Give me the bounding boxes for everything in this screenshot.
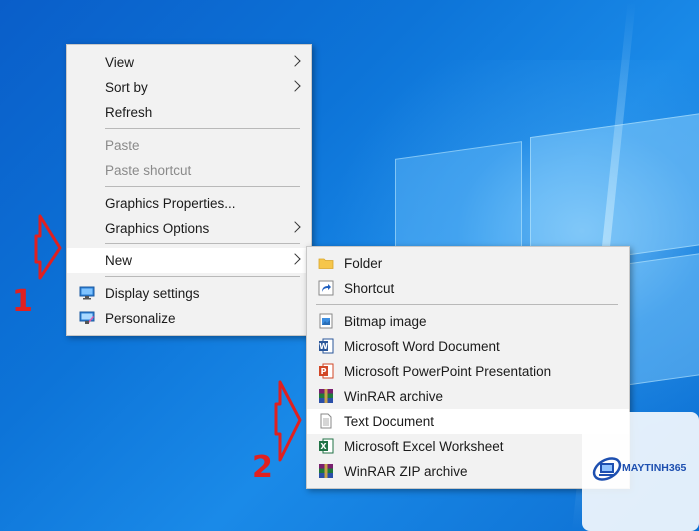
submenu-item-winrar-archive[interactable]: WinRAR archive <box>307 384 629 409</box>
menu-item-label: Personalize <box>105 311 176 326</box>
menu-item-label: Display settings <box>105 286 200 301</box>
submenu-item-winrar-zip-archive[interactable]: WinRAR ZIP archive <box>307 459 629 484</box>
menu-item-label: Microsoft Excel Worksheet <box>344 439 504 454</box>
menu-separator <box>105 186 300 187</box>
menu-item-label: Refresh <box>105 105 153 120</box>
annotation-arrow-1 <box>34 214 62 280</box>
winrar-icon <box>319 389 333 403</box>
submenu-item-powerpoint-presentation[interactable]: P Microsoft PowerPoint Presentation <box>307 359 629 384</box>
menu-item-personalize[interactable]: Personalize <box>67 306 311 331</box>
winrar-zip-icon <box>319 464 333 478</box>
menu-item-label: Folder <box>344 256 383 271</box>
submenu-item-bitmap-image[interactable]: Bitmap image <box>307 309 629 334</box>
annotation-step-2: 2 <box>252 450 273 485</box>
menu-item-label: View <box>105 55 135 70</box>
menu-item-label: Microsoft Word Document <box>344 339 500 354</box>
menu-item-label: Paste <box>105 138 140 153</box>
menu-item-label: Text Document <box>344 414 435 429</box>
shortcut-icon <box>318 280 334 296</box>
chevron-right-icon <box>289 80 301 92</box>
display-settings-icon <box>79 286 95 300</box>
chevron-right-icon <box>289 221 301 233</box>
submenu-item-word-document[interactable]: W Microsoft Word Document <box>307 334 629 359</box>
menu-item-label: Paste shortcut <box>105 163 192 178</box>
powerpoint-icon: P <box>319 363 334 379</box>
svg-text:W: W <box>319 342 328 351</box>
menu-item-label: WinRAR ZIP archive <box>344 464 468 479</box>
menu-separator <box>105 276 300 277</box>
chevron-right-icon <box>289 253 301 265</box>
menu-item-sort-by[interactable]: Sort by <box>67 75 311 100</box>
annotation-step-1: 1 <box>12 284 33 319</box>
svg-text:P: P <box>321 367 327 376</box>
menu-item-new[interactable]: New <box>67 248 311 273</box>
chevron-right-icon <box>289 55 301 67</box>
menu-item-label: Graphics Options <box>105 221 210 236</box>
word-icon: W <box>319 338 334 354</box>
menu-item-display-settings[interactable]: Display settings <box>67 281 311 306</box>
watermark-logo: MAYTINH365 <box>582 412 699 531</box>
menu-item-label: Sort by <box>105 80 148 95</box>
submenu-item-excel-worksheet[interactable]: X Microsoft Excel Worksheet <box>307 434 629 459</box>
maytinh365-logo-icon <box>592 457 622 481</box>
excel-icon: X <box>319 438 334 454</box>
menu-item-label: Bitmap image <box>344 314 427 329</box>
submenu-item-folder[interactable]: Folder <box>307 251 629 276</box>
menu-separator <box>316 304 618 305</box>
watermark-brand: MAYTINH365 <box>622 462 687 474</box>
desktop-context-menu: View Sort by Refresh Paste Paste shortcu… <box>66 44 312 336</box>
folder-icon <box>318 258 334 269</box>
menu-item-label: New <box>105 253 133 268</box>
submenu-item-text-document[interactable]: Text Document <box>307 409 629 434</box>
submenu-item-shortcut[interactable]: Shortcut <box>307 276 629 301</box>
svg-text:X: X <box>320 442 327 451</box>
menu-item-graphics-properties[interactable]: Graphics Properties... <box>67 191 311 216</box>
menu-item-paste[interactable]: Paste <box>67 133 311 158</box>
menu-item-graphics-options[interactable]: Graphics Options <box>67 216 311 241</box>
menu-item-label: Microsoft PowerPoint Presentation <box>344 364 552 379</box>
menu-item-view[interactable]: View <box>67 50 311 75</box>
bitmap-icon <box>319 313 333 329</box>
menu-item-paste-shortcut[interactable]: Paste shortcut <box>67 158 311 183</box>
menu-item-label: WinRAR archive <box>344 389 444 404</box>
menu-separator <box>105 128 300 129</box>
personalize-icon <box>79 311 95 324</box>
menu-item-refresh[interactable]: Refresh <box>67 100 311 125</box>
menu-item-label: Graphics Properties... <box>105 196 236 211</box>
menu-item-label: Shortcut <box>344 281 395 296</box>
annotation-arrow-2 <box>274 380 302 462</box>
text-document-icon <box>320 413 332 429</box>
menu-separator <box>105 243 300 244</box>
